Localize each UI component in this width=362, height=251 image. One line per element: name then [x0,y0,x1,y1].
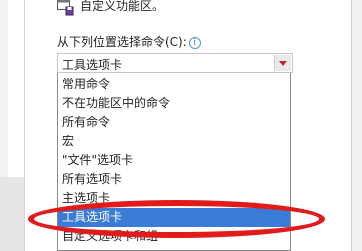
left-panel-band [0,177,24,251]
left-panel-edge [0,0,25,251]
dropdown-item-tool-tabs[interactable]: 工具选项卡 [58,208,290,227]
dropdown-item-custom-tabs-and-groups[interactable]: 自定义选项卡和组 [58,227,290,246]
dropdown-item-main-tabs[interactable]: 主选项卡 [58,189,290,208]
customize-ribbon-label: 自定义功能区。 [80,0,165,13]
chevron-down-icon[interactable] [274,55,291,71]
choose-commands-label: 从下列位置选择命令(C): i [57,33,201,50]
combobox-selected-value: 工具选项卡 [62,58,123,72]
dropdown-item-all-tabs[interactable]: 所有选项卡 [58,170,290,189]
dropdown-item-macros[interactable]: 宏 [58,132,290,151]
dropdown-item-file-tab[interactable]: "文件"选项卡 [58,151,290,170]
choose-commands-combobox[interactable]: 工具选项卡 [57,53,293,73]
dropdown-item-commands-not-in-ribbon[interactable]: 不在功能区中的命令 [58,94,290,113]
dropdown-item-common-commands[interactable]: 常用命令 [58,75,290,94]
dropdown-item-all-commands[interactable]: 所有命令 [58,113,290,132]
right-panel-edge [351,0,362,251]
ribbon-customize-icon [57,0,74,16]
commands-dropdown-list: 常用命令 不在功能区中的命令 所有命令 宏 "文件"选项卡 所有选项卡 主选项卡… [57,73,291,251]
info-icon: i [188,37,201,49]
customize-ribbon-row: 自定义功能区。 [57,0,164,20]
choose-commands-text: 从下列位置选择命令(C): [57,35,187,49]
